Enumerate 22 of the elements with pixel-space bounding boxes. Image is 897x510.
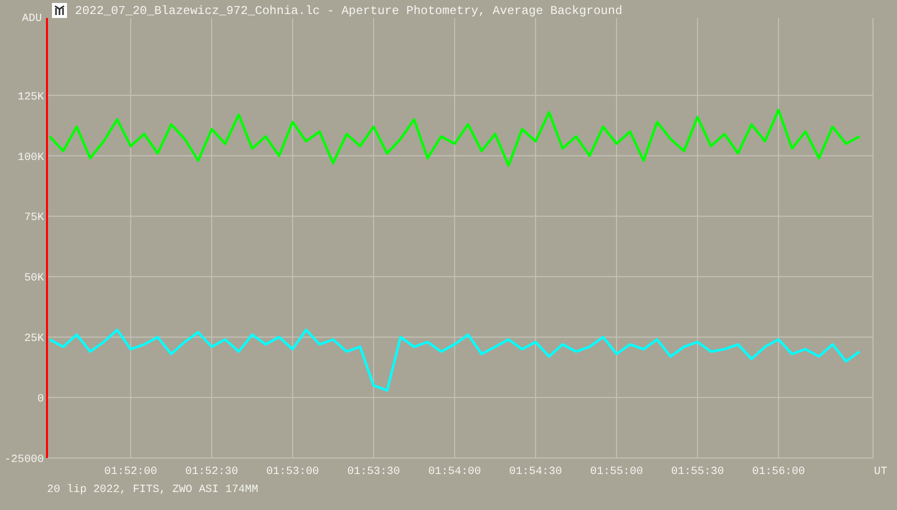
app-icon bbox=[52, 3, 67, 18]
x-tick-label: 01:52:30 bbox=[185, 466, 238, 478]
y-tick-label: 100K bbox=[18, 152, 44, 164]
y-tick-label: 125K bbox=[18, 91, 44, 104]
status-text: 20 lip 2022, FITS, ZWO ASI 174MM bbox=[47, 484, 258, 496]
x-tick-label: 01:54:00 bbox=[428, 466, 481, 478]
x-tick-label: 01:56:00 bbox=[752, 466, 805, 478]
x-tick-label: 01:55:00 bbox=[590, 466, 643, 478]
y-tick-label: 25K bbox=[24, 333, 44, 346]
y-tick-label: 50K bbox=[24, 272, 44, 285]
cursor-line[interactable] bbox=[46, 18, 48, 458]
y-axis-label: ADU bbox=[22, 13, 42, 25]
x-axis-label: UT bbox=[874, 466, 888, 478]
window-title: 2022_07_20_Blazewicz_972_Cohnia.lc - Aperture Photometry, Average Background bbox=[75, 4, 622, 18]
x-tick-label: 01:53:00 bbox=[266, 466, 320, 478]
x-tick-label: 01:55:30 bbox=[671, 466, 724, 478]
x-tick-label: 01:53:30 bbox=[347, 466, 400, 478]
y-tick-label: 75K bbox=[24, 212, 44, 224]
y-tick-label: -25000 bbox=[4, 454, 44, 466]
y-tick-label: 0 bbox=[37, 394, 44, 406]
x-tick-label: 01:54:30 bbox=[509, 466, 562, 478]
x-tick-label: 01:52:00 bbox=[104, 466, 158, 478]
